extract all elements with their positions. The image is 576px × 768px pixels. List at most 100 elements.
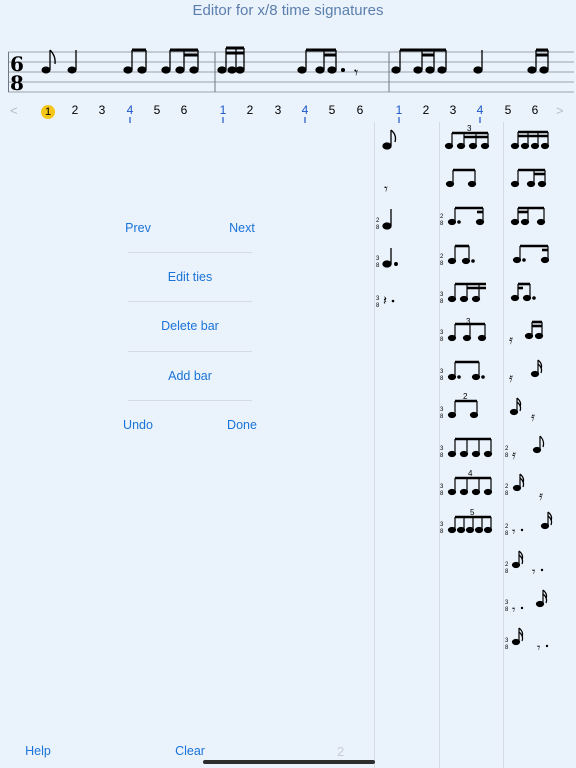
palette-sixteenth-eighth-rest: 2 8 𝄾 <box>505 550 544 580</box>
svg-text:2: 2 <box>376 218 380 224</box>
beat-current[interactable]: 1 <box>41 105 55 119</box>
svg-text:2: 2 <box>505 524 509 530</box>
svg-text:2: 2 <box>463 392 468 401</box>
beat-number[interactable]: 2 <box>242 103 258 117</box>
beat-ruler: < 1 2 3 4 5 6 1 2 3 4 5 6 1 2 3 4 5 6 > <box>0 100 576 123</box>
page-indicator: 2 <box>337 744 345 759</box>
add-bar-button[interactable]: Add bar <box>150 369 230 383</box>
page-title: Editor for x/8 time signatures <box>192 2 384 19</box>
svg-text:3: 3 <box>440 407 444 413</box>
palette-rhythms[interactable]: 𝄿 𝄿 𝄿 2 8 𝄿 2 8 𝄿 2 8 𝄾 2 8 𝄾 3 8 𝄾 3 8 … <box>505 124 573 664</box>
svg-text:8: 8 <box>376 263 380 269</box>
svg-text:8: 8 <box>505 607 509 613</box>
beat-number[interactable]: 5 <box>500 103 516 117</box>
palette-triplet-eighths: 3 3 8 <box>440 317 487 343</box>
svg-text:2: 2 <box>505 562 509 568</box>
palette-eighth-note <box>382 129 397 150</box>
svg-text:3: 3 <box>440 330 444 336</box>
svg-text:𝄿: 𝄿 <box>509 333 513 348</box>
beat-number[interactable]: 6 <box>527 103 543 117</box>
beat-number[interactable]: 4 <box>297 103 313 123</box>
palette-eighth-dotted-eighth: 2 8 <box>440 244 475 267</box>
palette-quadruplet: 4 3 8 <box>440 469 493 497</box>
palette-sixteenth-rest-long: 2 8 𝄿 <box>505 473 543 504</box>
svg-text:8: 8 <box>505 569 509 575</box>
palette-sixteenth-rest-eighth: 2 8 𝄿 <box>505 435 545 463</box>
svg-text:8: 8 <box>376 303 380 309</box>
palette-quarter-note: 2 8 <box>376 209 392 231</box>
scroll-right-arrow[interactable]: > <box>556 103 564 118</box>
palette-sixteenth-note-rest: 𝄿 <box>509 397 535 425</box>
svg-text:2: 2 <box>505 446 509 452</box>
svg-text:𝄽: 𝄽 <box>383 294 387 309</box>
palette-dotted-quarter-rest: 3 8 𝄽 <box>376 294 395 309</box>
svg-text:2: 2 <box>505 484 509 490</box>
svg-text:𝄿: 𝄿 <box>531 410 535 425</box>
beat-number[interactable]: 4 <box>472 103 488 123</box>
beat-number[interactable]: 6 <box>352 103 368 117</box>
svg-text:3: 3 <box>440 292 444 298</box>
prev-button[interactable]: Prev <box>118 221 158 235</box>
palette-three-sixteenth-eighth-rest: 3 8 𝄾 <box>505 627 549 656</box>
beat-number[interactable]: 3 <box>94 103 110 117</box>
palette-dotted-eighth-sixteenth: 2 8 <box>440 206 485 227</box>
music-staff[interactable]: 6 8 𝄾 <box>8 30 574 98</box>
svg-text:3: 3 <box>376 256 380 262</box>
help-button[interactable]: Help <box>18 744 58 758</box>
beat-number[interactable]: 2 <box>67 103 83 117</box>
beat-number[interactable]: 6 <box>176 103 192 117</box>
svg-text:8: 8 <box>505 491 509 497</box>
svg-text:𝄾: 𝄾 <box>512 525 516 540</box>
clear-button[interactable]: Clear <box>170 744 210 758</box>
divider <box>128 351 252 352</box>
svg-text:8: 8 <box>440 453 444 459</box>
svg-text:8: 8 <box>505 531 509 537</box>
svg-text:2: 2 <box>440 254 444 260</box>
palette-triplet-sixteenths: 3 <box>444 124 490 150</box>
palette-dotted-eighth-sixteenth <box>512 244 550 264</box>
palette-rest-sixteenths: 𝄿 <box>509 320 544 348</box>
divider <box>128 301 252 302</box>
svg-text:3: 3 <box>505 600 509 606</box>
palette-quintuplet: 5 3 8 <box>440 508 493 535</box>
scroll-left-arrow[interactable]: < <box>10 103 18 118</box>
done-button[interactable]: Done <box>222 418 262 432</box>
next-button[interactable]: Next <box>222 221 262 235</box>
divider <box>128 252 252 253</box>
svg-text:𝄿: 𝄿 <box>509 371 513 386</box>
svg-text:8: 8 <box>440 376 444 382</box>
svg-text:𝄾: 𝄾 <box>512 603 516 618</box>
palette-rest-sixteenth-note: 𝄿 <box>509 359 543 386</box>
svg-text:𝄾: 𝄾 <box>537 641 541 656</box>
svg-text:𝄿: 𝄿 <box>512 448 516 463</box>
svg-text:8: 8 <box>440 261 444 267</box>
delete-bar-button[interactable]: Delete bar <box>150 319 230 333</box>
palette-dotted-eighth-pair: 3 8 <box>440 360 485 382</box>
beat-number[interactable]: 4 <box>122 103 138 123</box>
palette-sixteenth-dotted-eighth <box>510 282 536 302</box>
beat-number[interactable]: 2 <box>418 103 434 117</box>
svg-text:8: 8 <box>440 337 444 343</box>
palette-simple[interactable]: 𝄾 2 8 3 8 3 8 𝄽 <box>376 124 436 324</box>
palette-duplet: 2 3 8 <box>440 392 479 420</box>
svg-text:8: 8 <box>440 221 444 227</box>
home-indicator[interactable] <box>203 760 375 764</box>
palette-three-eighth-rest-sixteenth: 3 8 𝄾 <box>505 589 548 618</box>
beat-number[interactable]: 5 <box>324 103 340 117</box>
beat-number[interactable]: 5 <box>149 103 165 117</box>
beat-number[interactable]: 1 <box>215 103 231 123</box>
svg-text:3: 3 <box>440 484 444 490</box>
svg-text:5: 5 <box>470 508 475 517</box>
beat-number[interactable]: 3 <box>270 103 286 117</box>
palette-groups[interactable]: 3 2 8 2 8 3 8 3 3 8 3 8 2 3 8 3 8 4 3 8 … <box>440 124 502 544</box>
edit-ties-button[interactable]: Edit ties <box>150 270 230 284</box>
svg-text:8: 8 <box>505 645 509 651</box>
beat-number[interactable]: 3 <box>445 103 461 117</box>
svg-text:8: 8 <box>376 225 380 231</box>
palette-two-eighths <box>445 168 477 188</box>
palette-sixteenths-eighth <box>510 206 546 226</box>
beat-number[interactable]: 1 <box>391 103 407 123</box>
palette-four-sixteenths <box>510 130 550 150</box>
time-signature-denominator: 8 <box>10 71 24 95</box>
undo-button[interactable]: Undo <box>118 418 158 432</box>
